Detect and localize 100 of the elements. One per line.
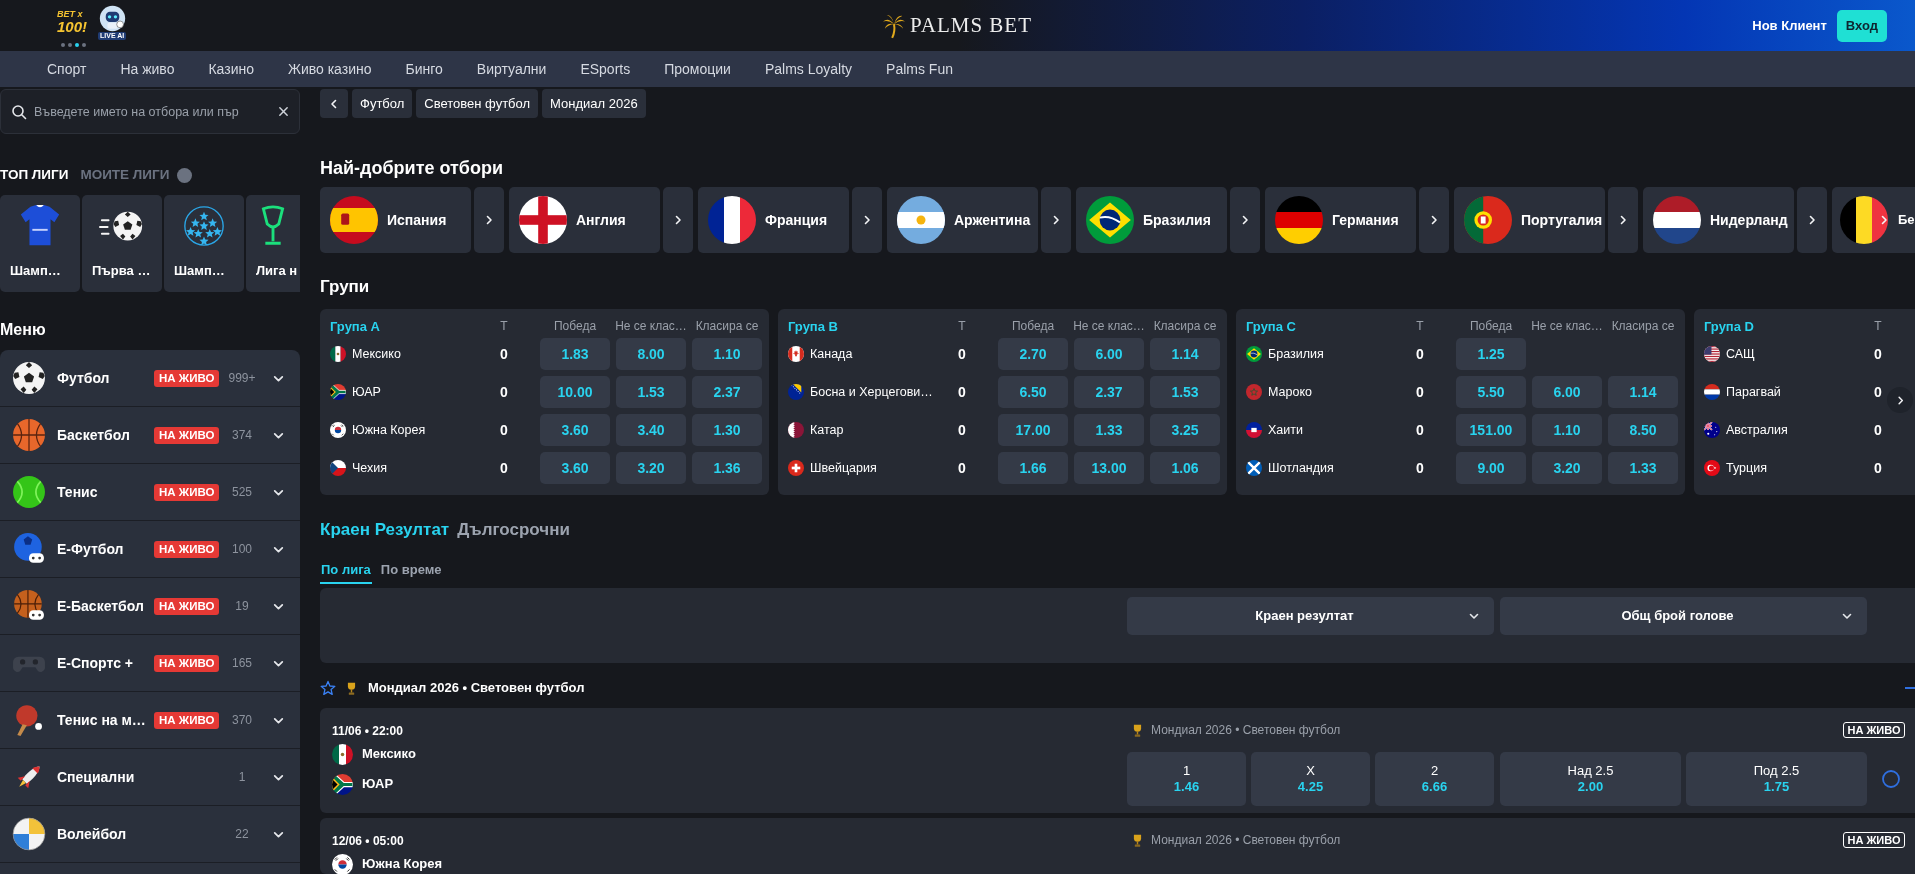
promo-logo[interactable]: BET x 100! bbox=[57, 10, 88, 34]
odds-button[interactable]: 1.10 bbox=[692, 338, 762, 370]
nav-link[interactable]: Виртуални bbox=[459, 58, 564, 80]
odds-button[interactable]: 17.00 bbox=[998, 414, 1068, 446]
odds-button[interactable]: 3.20 bbox=[1532, 452, 1602, 484]
odds-button[interactable]: 1.14 bbox=[1150, 338, 1220, 370]
menu-item[interactable]: Тенис НА ЖИВО 525 bbox=[0, 464, 300, 521]
team-card[interactable]: Нидерланд bbox=[1643, 187, 1794, 253]
odds-button[interactable]: 3.60 bbox=[540, 414, 610, 446]
nav-link[interactable]: На живо bbox=[103, 58, 192, 80]
odds-button[interactable]: 151.00 bbox=[1456, 414, 1526, 446]
odds-button[interactable]: 6.00 bbox=[1532, 376, 1602, 408]
odds-button[interactable]: 1.14 bbox=[1608, 376, 1678, 408]
market-dropdown[interactable]: Краен резултат bbox=[1127, 597, 1494, 635]
column-header: T bbox=[500, 318, 508, 335]
odds-button[interactable]: 1.53 bbox=[616, 376, 686, 408]
menu-item[interactable]: Е-Баскетбол НА ЖИВО 19 bbox=[0, 578, 300, 635]
odds-button[interactable]: 1 1.46 bbox=[1127, 752, 1246, 806]
team-card[interactable]: Бразилия bbox=[1076, 187, 1227, 253]
login-button[interactable]: Вход bbox=[1836, 9, 1887, 42]
back-button[interactable] bbox=[320, 89, 348, 118]
league-tab[interactable]: МОИТЕ ЛИГИ bbox=[80, 167, 170, 183]
odds-button[interactable]: 3.40 bbox=[616, 414, 686, 446]
odds-button[interactable]: 8.50 bbox=[1608, 414, 1678, 446]
odds-button[interactable]: 1.83 bbox=[540, 338, 610, 370]
team-card[interactable]: Аржентина bbox=[887, 187, 1038, 253]
odds-button[interactable]: Под 2.5 1.75 bbox=[1686, 752, 1867, 806]
nav-link[interactable]: Palms Fun bbox=[869, 58, 970, 80]
nav-link[interactable]: ESports bbox=[563, 58, 648, 80]
view-tab[interactable]: По време bbox=[379, 558, 443, 584]
odds-button[interactable]: 2.70 bbox=[998, 338, 1068, 370]
team-card[interactable]: Испания bbox=[320, 187, 471, 253]
team-name: Мексико bbox=[362, 745, 416, 764]
market-dropdown[interactable]: Общ брой голове bbox=[1500, 597, 1867, 635]
league-tile[interactable]: Шамп… bbox=[0, 195, 80, 292]
odds-button[interactable]: X 4.25 bbox=[1251, 752, 1370, 806]
odds-button[interactable]: 6.50 bbox=[998, 376, 1068, 408]
market-tab[interactable]: Краен Резултат bbox=[320, 519, 450, 541]
market-tab[interactable]: Дългосрочни bbox=[457, 519, 570, 541]
nav-link[interactable]: Спорт bbox=[30, 58, 104, 80]
menu-item[interactable]: Волейбол 22 bbox=[0, 806, 300, 863]
odds-button[interactable]: 3.20 bbox=[616, 452, 686, 484]
odds-button[interactable]: 2 6.66 bbox=[1375, 752, 1494, 806]
odds-button[interactable]: 10.00 bbox=[540, 376, 610, 408]
team-card[interactable]: Германия bbox=[1265, 187, 1416, 253]
odds-button[interactable]: 2.37 bbox=[1074, 376, 1144, 408]
flag-icon bbox=[1704, 460, 1720, 476]
search-bar[interactable]: Въведете името на отбора или пър bbox=[0, 89, 300, 134]
breadcrumb-link[interactable]: Мондиал 2026 bbox=[542, 89, 646, 118]
menu-item[interactable]: Е-Спортс + НА ЖИВО 165 bbox=[0, 635, 300, 692]
flag-icon bbox=[788, 422, 804, 438]
league-tile[interactable]: Лига н bbox=[246, 195, 300, 292]
column-header: Победа bbox=[1011, 318, 1055, 335]
menu-item[interactable]: Тенис на м… НА ЖИВО 370 bbox=[0, 692, 300, 749]
odds-button[interactable]: 3.60 bbox=[540, 452, 610, 484]
nav-link[interactable]: Казино bbox=[191, 58, 271, 80]
team-name: САЩ bbox=[1726, 345, 1755, 363]
column-header: Класира се bbox=[1611, 318, 1675, 335]
odds-button[interactable]: 13.00 bbox=[1074, 452, 1144, 484]
ring-icon[interactable] bbox=[1882, 770, 1900, 788]
close-icon[interactable] bbox=[278, 106, 289, 117]
odds-button[interactable]: 3.25 bbox=[1150, 414, 1220, 446]
nav-link[interactable]: Промоции bbox=[647, 58, 748, 80]
menu-item[interactable]: Футбол НА ЖИВО 999+ bbox=[0, 350, 300, 407]
odds-button[interactable]: 1.53 bbox=[1150, 376, 1220, 408]
breadcrumb-link[interactable]: Футбол bbox=[352, 89, 413, 118]
odds-button[interactable]: 1.33 bbox=[1074, 414, 1144, 446]
odds-button[interactable]: 6.00 bbox=[1074, 338, 1144, 370]
odds-button[interactable]: 1.66 bbox=[998, 452, 1068, 484]
nav-link[interactable]: Palms Loyalty bbox=[747, 58, 870, 80]
nav-link[interactable]: Бинго bbox=[388, 58, 460, 80]
odds-button[interactable]: 1.30 bbox=[692, 414, 762, 446]
league-tab[interactable]: ТОП ЛИГИ bbox=[0, 167, 69, 183]
odds-button[interactable]: 1.10 bbox=[1532, 414, 1602, 446]
view-tab[interactable]: По лига bbox=[320, 558, 372, 584]
odds-button[interactable]: 1.06 bbox=[1150, 452, 1220, 484]
menu-item[interactable]: Е-Футбол НА ЖИВО 100 bbox=[0, 521, 300, 578]
odds-button[interactable]: Над 2.5 2.00 bbox=[1500, 752, 1681, 806]
team-card[interactable]: Бе bbox=[1832, 187, 1915, 253]
nav-link[interactable]: Живо казино bbox=[270, 58, 389, 80]
odds-button[interactable]: 1.25 bbox=[1456, 338, 1526, 370]
league-tile[interactable]: Шамп… bbox=[164, 195, 244, 292]
search-field[interactable]: Въведете името на отбора или пър bbox=[34, 99, 271, 124]
register-link[interactable]: Нов Клиент bbox=[1752, 15, 1827, 36]
menu-item[interactable]: Специални 1 bbox=[0, 749, 300, 806]
league-tile[interactable]: Първа … bbox=[82, 195, 162, 292]
team-name: Турция bbox=[1726, 459, 1767, 477]
star-icon[interactable] bbox=[320, 680, 336, 696]
odds-button[interactable]: 9.00 bbox=[1456, 452, 1526, 484]
odds-button[interactable]: 1.36 bbox=[692, 452, 762, 484]
odds-button[interactable]: 2.37 bbox=[692, 376, 762, 408]
team-card[interactable]: Англия bbox=[509, 187, 660, 253]
menu-item[interactable]: Баскетбол НА ЖИВО 374 bbox=[0, 407, 300, 464]
site-logo[interactable]: PALMS BET bbox=[883, 9, 1032, 42]
team-card[interactable]: Франция bbox=[698, 187, 849, 253]
team-card[interactable]: Португалия bbox=[1454, 187, 1605, 253]
breadcrumb-link[interactable]: Световен футбол bbox=[416, 89, 539, 118]
odds-button[interactable]: 1.33 bbox=[1608, 452, 1678, 484]
odds-button[interactable]: 8.00 bbox=[616, 338, 686, 370]
odds-button[interactable]: 5.50 bbox=[1456, 376, 1526, 408]
